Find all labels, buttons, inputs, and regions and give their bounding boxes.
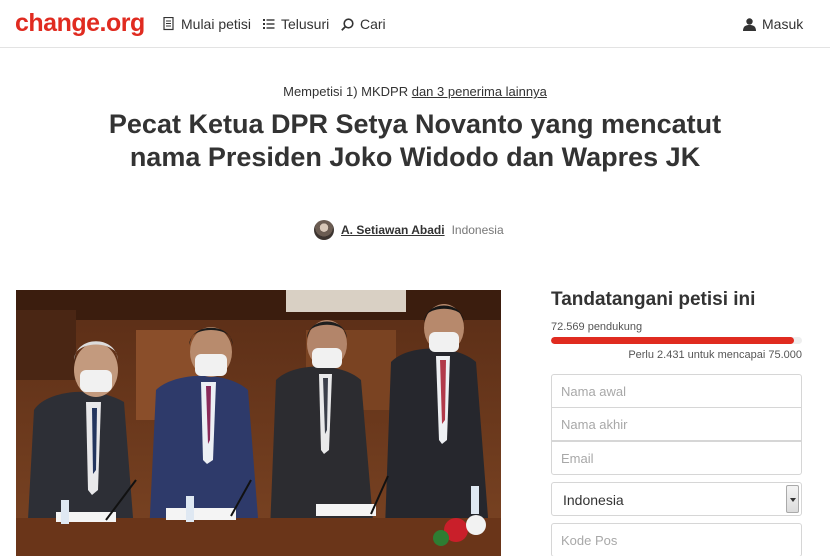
signature-progress-bar [551,337,802,344]
dropdown-arrow-icon[interactable] [786,485,799,513]
login-label: Masuk [762,16,804,32]
recipient-primary: Mempetisi 1) MKDPR [283,84,409,99]
search-icon [341,17,354,31]
browse-label: Telusuri [281,16,330,32]
petition-photo [16,290,501,556]
change-org-logo[interactable]: change.org [15,9,145,38]
postal-code-field[interactable] [551,523,802,556]
supporter-count: 72.569 pendukung [551,321,643,333]
login-link[interactable]: Masuk [743,16,803,32]
start-petition-link[interactable]: Mulai petisi [163,16,251,32]
email-field[interactable] [551,441,802,475]
country-select[interactable]: Indonesia [551,482,802,516]
start-petition-label: Mulai petisi [181,16,252,32]
signature-progress-fill [551,337,794,344]
browse-link[interactable]: Telusuri [263,16,329,32]
petition-author: A. Setiawan Abadi Indonesia [314,220,504,240]
author-name[interactable]: A. Setiawan Abadi [341,223,445,237]
petition-recipients: Mempetisi 1) MKDPR dan 3 penerima lainny… [0,84,830,99]
author-avatar[interactable] [314,220,334,240]
country-select-value: Indonesia [563,492,624,508]
search-label: Cari [360,16,386,32]
sign-petition-heading: Tandatangani petisi ini [551,289,756,310]
document-icon [163,17,175,31]
list-icon [263,18,275,30]
signature-goal-text: Perlu 2.431 untuk mencapai 75.000 [628,349,802,361]
user-icon [743,17,756,31]
first-name-field[interactable] [551,374,802,408]
search-link[interactable]: Cari [341,16,386,32]
top-navigation-bar: change.org Mulai petisi Telusuri Cari Ma… [0,0,830,48]
other-recipients-link[interactable]: dan 3 penerima lainnya [412,84,547,99]
author-location: Indonesia [451,223,504,237]
last-name-field[interactable] [551,407,802,441]
petition-title: Pecat Ketua DPR Setya Novanto yang menca… [108,109,722,172]
